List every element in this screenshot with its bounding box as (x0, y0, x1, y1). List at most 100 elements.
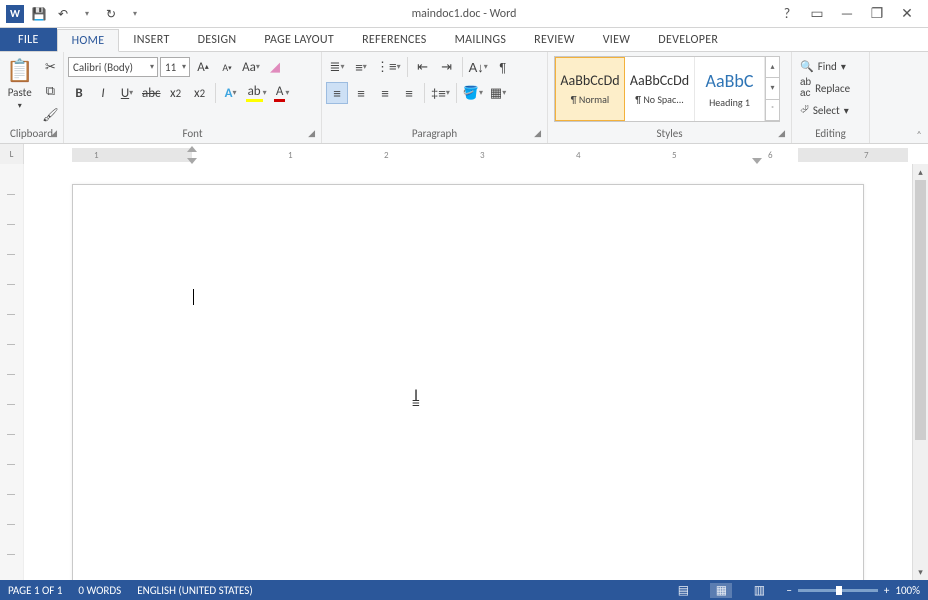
increase-indent-button[interactable]: ⇥ (436, 56, 458, 78)
ribbon: 📋 Paste ▾ ✂ ⧉ 🖌 Clipboard◢ Calibri (Body… (0, 52, 928, 144)
separator (456, 83, 457, 103)
print-layout-button[interactable]: ▦ (710, 583, 732, 598)
align-right-button[interactable]: ≡ (374, 82, 396, 104)
highlight-button[interactable]: ab (244, 82, 269, 104)
decrease-indent-button[interactable]: ⇤ (412, 56, 434, 78)
bullets-button[interactable]: ≣ (326, 56, 348, 78)
word-app-icon[interactable]: W (4, 3, 26, 25)
replace-button[interactable]: abacReplace (796, 78, 854, 98)
select-button[interactable]: ⮰Select▾ (796, 100, 854, 120)
paste-button[interactable]: 📋 Paste ▾ (4, 54, 35, 115)
tab-design[interactable]: DESIGN (184, 28, 251, 51)
borders-button[interactable]: ▦ (487, 82, 509, 104)
clipboard-group-label: Clipboard◢ (4, 127, 59, 143)
tab-page-layout[interactable]: PAGE LAYOUT (250, 28, 348, 51)
zoom-level[interactable]: 100% (895, 584, 920, 597)
restore-button[interactable]: ❐ (868, 5, 886, 22)
separator (424, 83, 425, 103)
shading-button[interactable]: 🪣 (461, 82, 485, 104)
find-button[interactable]: 🔍Find▾ (796, 56, 854, 76)
i-beam-cursor: I≡ (412, 392, 420, 408)
group-clipboard: 📋 Paste ▾ ✂ ⧉ 🖌 Clipboard◢ (0, 52, 64, 143)
numbering-button[interactable]: ≡ (350, 56, 372, 78)
format-painter-button[interactable]: 🖌 (39, 104, 61, 126)
superscript-button[interactable]: x2 (189, 82, 211, 104)
scroll-down-button[interactable]: ▾ (913, 564, 928, 580)
cut-button[interactable]: ✂ (39, 56, 61, 78)
page-number-status[interactable]: PAGE 1 OF 1 (8, 584, 62, 597)
copy-button[interactable]: ⧉ (39, 80, 61, 102)
vertical-ruler[interactable] (0, 164, 24, 580)
font-color-button[interactable]: A (271, 82, 293, 104)
qat-customize[interactable] (124, 3, 146, 25)
undo-button[interactable]: ↶ (52, 3, 74, 25)
font-group-label: Font◢ (68, 127, 317, 143)
style-normal[interactable]: AaBbCcDd ¶ Normal (555, 57, 625, 121)
clipboard-dialog-launcher[interactable]: ◢ (50, 128, 57, 139)
show-marks-button[interactable]: ¶ (492, 56, 514, 78)
gallery-up[interactable]: ▴ (766, 57, 779, 78)
strikethrough-button[interactable]: abc (140, 82, 163, 104)
grow-font-button[interactable]: A▴ (192, 56, 214, 78)
shrink-font-button[interactable]: A▾ (216, 56, 238, 78)
ribbon-display-options[interactable]: ▭ (808, 5, 826, 22)
paragraph-dialog-launcher[interactable]: ◢ (534, 128, 541, 139)
font-color-icon: A (274, 84, 286, 102)
zoom-in-button[interactable]: + (884, 584, 889, 597)
zoom-slider[interactable] (798, 589, 878, 592)
scroll-up-button[interactable]: ▴ (913, 164, 928, 180)
font-name-select[interactable]: Calibri (Body) (68, 57, 158, 77)
editing-group-label: Editing (796, 127, 865, 143)
tab-selector[interactable]: L (0, 144, 24, 164)
word-count-status[interactable]: 0 WORDS (78, 584, 121, 597)
help-button[interactable]: ? (778, 5, 796, 22)
tab-view[interactable]: VIEW (589, 28, 645, 51)
align-center-button[interactable]: ≡ (350, 82, 372, 104)
binoculars-icon: 🔍 (800, 60, 814, 73)
bold-button[interactable]: B (68, 82, 90, 104)
tab-review[interactable]: REVIEW (520, 28, 589, 51)
text-effects-button[interactable]: A (220, 82, 242, 104)
styles-dialog-launcher[interactable]: ◢ (778, 128, 785, 139)
style-heading-1[interactable]: AaBbC Heading 1 (695, 57, 765, 121)
first-line-indent-marker[interactable] (187, 146, 197, 152)
align-left-button[interactable]: ≡ (326, 82, 348, 104)
tab-mailings[interactable]: MAILINGS (441, 28, 521, 51)
change-case-button[interactable]: Aa (240, 56, 262, 78)
scroll-thumb[interactable] (915, 180, 926, 440)
subscript-button[interactable]: x2 (165, 82, 187, 104)
zoom-out-button[interactable]: − (786, 584, 791, 597)
collapse-ribbon-button[interactable]: ˄ (912, 128, 926, 141)
brush-icon: 🖌 (42, 107, 59, 123)
page[interactable] (72, 184, 864, 580)
font-size-select[interactable]: 11 (160, 57, 190, 77)
tab-insert[interactable]: INSERT (119, 28, 183, 51)
web-layout-button[interactable]: ▥ (748, 583, 770, 598)
tab-references[interactable]: REFERENCES (348, 28, 441, 51)
undo-dropdown[interactable] (76, 3, 98, 25)
tab-developer[interactable]: DEVELOPER (644, 28, 732, 51)
horizontal-ruler[interactable]: 1 1 2 3 4 5 6 7 (24, 144, 928, 164)
justify-button[interactable]: ≡ (398, 82, 420, 104)
vertical-scrollbar[interactable]: ▴ ▾ (912, 164, 928, 580)
italic-button[interactable]: I (92, 82, 114, 104)
gallery-expand[interactable]: ⁼ (766, 100, 779, 121)
clear-formatting-button[interactable]: ◢ (264, 56, 286, 78)
read-mode-button[interactable]: ▤ (672, 583, 694, 598)
sort-button[interactable]: A↓ (467, 56, 490, 78)
redo-button[interactable]: ↻ (100, 3, 122, 25)
line-spacing-button[interactable]: ‡≡ (429, 82, 452, 104)
font-dialog-launcher[interactable]: ◢ (308, 128, 315, 139)
gallery-down[interactable]: ▾ (766, 78, 779, 99)
save-button[interactable]: 💾 (28, 3, 50, 25)
multilevel-list-button[interactable]: ⋮≡ (374, 56, 403, 78)
clipboard-icon: 📋 (6, 58, 33, 84)
document-scroll-area[interactable]: I≡ (24, 164, 912, 580)
close-button[interactable]: ✕ (898, 5, 916, 22)
language-status[interactable]: ENGLISH (UNITED STATES) (137, 584, 252, 597)
minimize-button[interactable]: — (838, 5, 856, 22)
tab-home[interactable]: HOME (57, 29, 120, 52)
underline-button[interactable]: U (116, 82, 138, 104)
style-no-spacing[interactable]: AaBbCcDd ¶ No Spac... (625, 57, 695, 121)
tab-file[interactable]: FILE (0, 28, 57, 51)
